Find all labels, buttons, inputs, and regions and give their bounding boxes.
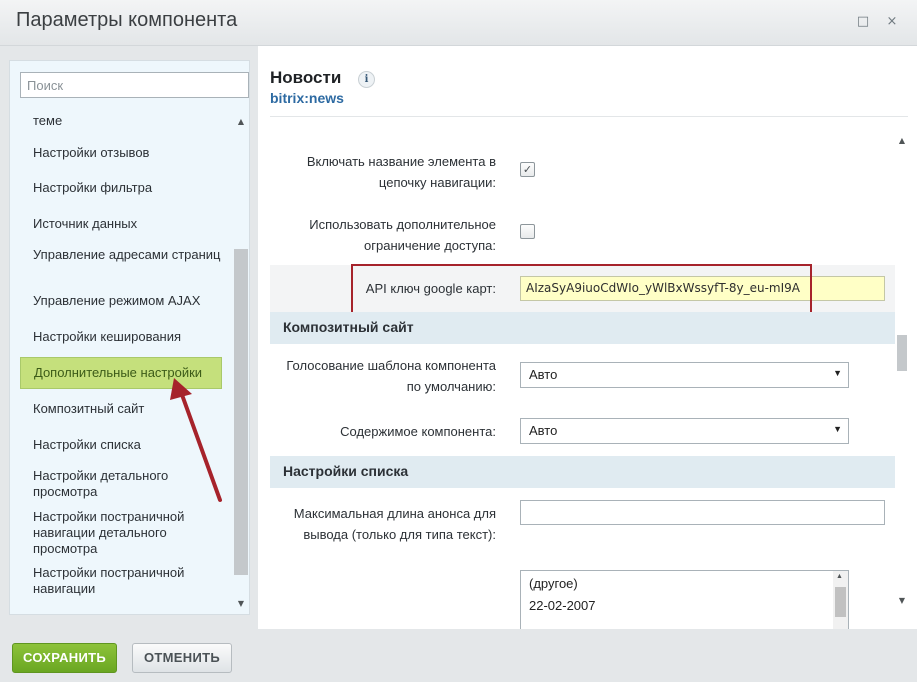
- template-vote-select[interactable]: Авто ▼: [520, 362, 849, 388]
- sidebar-item-caching[interactable]: Настройки кеширования: [20, 329, 222, 345]
- include-name-checkbox[interactable]: ✓: [520, 162, 535, 177]
- preview-length-label: Максимальная длина анонса для вывода (то…: [293, 506, 496, 542]
- scrollbar-thumb[interactable]: [234, 249, 248, 575]
- component-name: Новости: [270, 68, 342, 87]
- component-content-value: Авто: [529, 423, 558, 438]
- header-divider: [270, 116, 908, 117]
- component-content-select[interactable]: Авто ▼: [520, 418, 849, 444]
- sidebar-item-additional[interactable]: Дополнительные настройки: [20, 357, 222, 389]
- list-item[interactable]: 22-02-2007: [529, 597, 596, 615]
- extra-access-label: Использовать дополнительное ограничение …: [309, 217, 496, 253]
- section-list-settings: Настройки списка: [270, 456, 895, 488]
- maximize-icon[interactable]: □: [855, 14, 871, 30]
- cancel-button[interactable]: ОТМЕНИТЬ: [132, 643, 232, 673]
- scroll-up-icon[interactable]: ▲: [836, 573, 843, 580]
- scroll-up-icon[interactable]: ▲: [236, 117, 246, 127]
- save-button[interactable]: СОХРАНИТЬ: [12, 643, 117, 673]
- include-name-label: Включать название элемента в цепочку нав…: [306, 154, 496, 190]
- scrollbar-thumb[interactable]: [897, 335, 907, 371]
- dialog-footer: СОХРАНИТЬ ОТМЕНИТЬ: [0, 629, 917, 682]
- settings-sidebar: теме Настройки отзывов Настройки фильтра…: [9, 60, 250, 615]
- api-key-input[interactable]: AIzaSyA9iuoCdWIo_yWlBxWssyfT-8y_eu-mI9A: [520, 276, 885, 301]
- sidebar-scrollbar[interactable]: ▲ ▼: [234, 111, 248, 611]
- sidebar-item-filter[interactable]: Настройки фильтра: [20, 180, 222, 196]
- list-item[interactable]: (другое): [529, 575, 578, 593]
- preview-length-input[interactable]: [520, 500, 885, 525]
- component-settings-panel: Новости i bitrix:news Включать название …: [258, 46, 917, 629]
- sidebar-item-reviews[interactable]: Настройки отзывов: [20, 145, 222, 161]
- api-key-label: API ключ google карт:: [365, 281, 496, 296]
- info-icon[interactable]: i: [358, 71, 375, 88]
- settings-form: Включать название элемента в цепочку нав…: [270, 135, 895, 629]
- close-icon[interactable]: ×: [884, 14, 900, 30]
- sidebar-item-detail[interactable]: Настройки детального просмотра: [20, 468, 222, 500]
- sidebar-item-data-source[interactable]: Источник данных: [20, 216, 222, 232]
- scroll-down-icon[interactable]: ▼: [236, 599, 246, 609]
- sidebar-item-list[interactable]: Настройки списка: [20, 437, 222, 453]
- section-composite: Композитный сайт: [270, 312, 895, 344]
- scroll-up-icon[interactable]: ▲: [897, 136, 907, 145]
- component-code: bitrix:news: [270, 90, 344, 106]
- sidebar-item-detail-pagination[interactable]: Настройки постраничной навигации детальн…: [20, 509, 222, 557]
- dialog-titlebar: Параметры компонента □ ×: [0, 0, 917, 46]
- sidebar-item-pagination[interactable]: Настройки постраничной навигации: [20, 565, 222, 597]
- chevron-down-icon: ▼: [833, 424, 842, 434]
- sidebar-item-ajax[interactable]: Управление режимом AJAX: [20, 293, 222, 309]
- template-vote-label: Голосование шаблона компонента по умолча…: [286, 358, 496, 394]
- search-input[interactable]: [20, 72, 249, 98]
- chevron-down-icon: ▼: [833, 368, 842, 378]
- main-scrollbar[interactable]: ▲ ▼: [894, 132, 910, 608]
- component-content-label: Содержимое компонента:: [340, 424, 496, 439]
- date-format-listbox[interactable]: (другое) 22-02-2007 ▲: [520, 570, 849, 629]
- sidebar-item-composite[interactable]: Композитный сайт: [20, 401, 222, 417]
- scrollbar-thumb[interactable]: [835, 587, 846, 617]
- template-vote-value: Авто: [529, 367, 558, 382]
- sidebar-nav-list: теме Настройки отзывов Настройки фильтра…: [10, 109, 232, 614]
- sidebar-item-theme[interactable]: теме: [20, 113, 222, 129]
- extra-access-checkbox[interactable]: [520, 224, 535, 239]
- scroll-down-icon[interactable]: ▼: [897, 596, 907, 605]
- sidebar-item-page-urls[interactable]: Управление адресами страниц: [20, 247, 222, 263]
- listbox-scrollbar[interactable]: ▲: [833, 571, 848, 629]
- dialog-title: Параметры компонента: [16, 9, 238, 31]
